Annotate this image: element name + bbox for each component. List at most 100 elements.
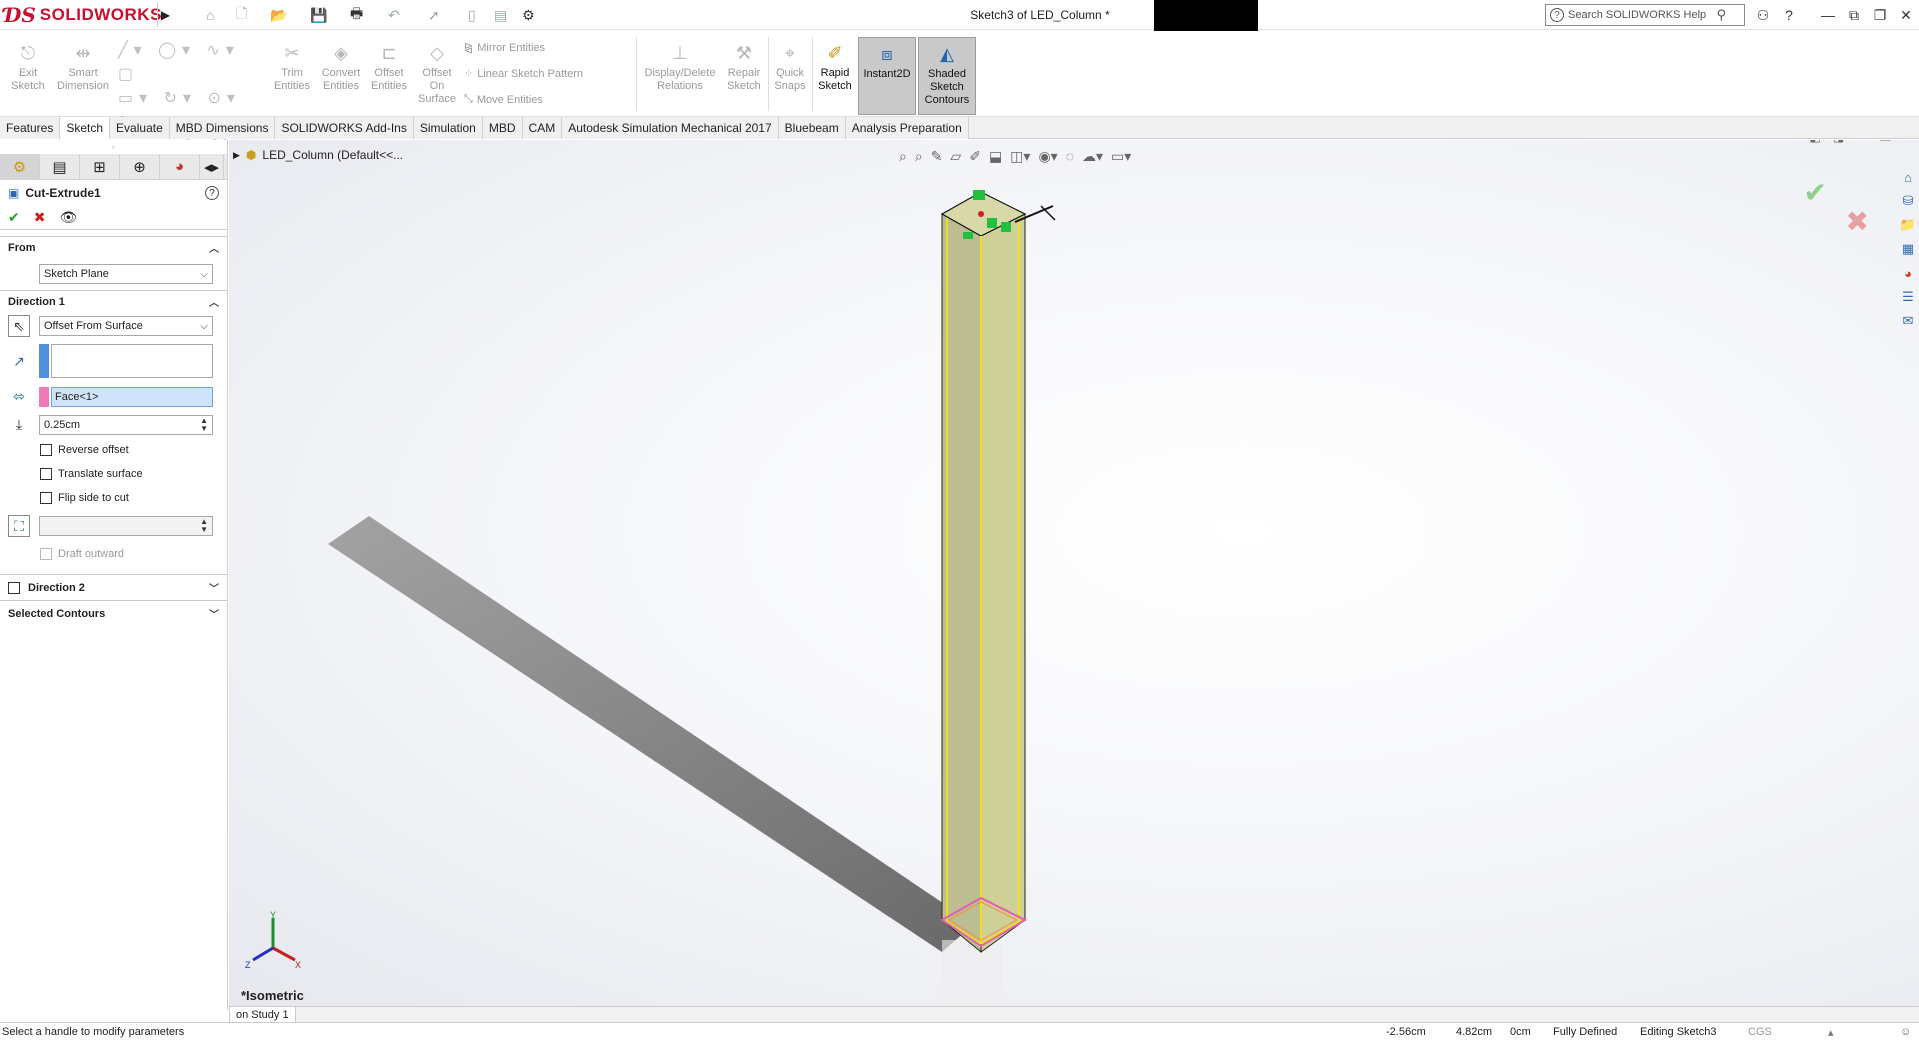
close-icon[interactable]: ✕	[1896, 6, 1916, 24]
reverse-offset-option[interactable]: Reverse offset	[0, 438, 227, 462]
offset-entities-button[interactable]: ⊏ Offset Entities	[368, 41, 410, 93]
forum-icon[interactable]: ✉	[1899, 312, 1917, 330]
tile-windows-icon[interactable]: ⧉	[1844, 6, 1864, 24]
dimxpert-manager-tab-icon[interactable]: ⊕	[120, 153, 160, 180]
handle-dot[interactable]	[978, 211, 984, 217]
status-bar-toggle-icon[interactable]: ☺	[1900, 1026, 1911, 1038]
solidworks-logo[interactable]: ƊS SOLIDWORKS	[4, 2, 161, 28]
cancel-x-icon[interactable]: ✖	[34, 209, 46, 226]
tab-sketch[interactable]: Sketch	[60, 117, 111, 139]
graphics-area[interactable]: ▶ ⬢ LED_Column (Default<<... ⌕ ⌕ ✎ ▱ ✐ ⬓…	[229, 140, 1919, 1010]
unit-menu-arrow-icon[interactable]: ▴	[1828, 1026, 1834, 1039]
offset-distance-input[interactable]: 0.25cm ▲ ▼	[39, 415, 213, 435]
custom-properties-icon[interactable]: ☰	[1899, 288, 1917, 306]
linear-sketch-pattern-button[interactable]: ⁘ Linear Sketch Pattern	[464, 67, 583, 81]
minimize-icon[interactable]: —	[1818, 6, 1838, 24]
offset-distance-row: ⤓ 0.25cm ▲ ▼	[0, 410, 227, 438]
direction-vector-row: ↗	[0, 340, 227, 382]
help-search-box[interactable]: ? Search SOLIDWORKS Help ⚲	[1545, 4, 1745, 26]
preview-eye-icon[interactable]: 👁	[59, 209, 77, 226]
selected-contours-group-header[interactable]: Selected Contours ﹀	[0, 600, 227, 626]
undo-icon[interactable]: ↶	[388, 6, 400, 24]
tab-mbd[interactable]: MBD	[482, 117, 523, 139]
from-select[interactable]: Sketch Plane ⌵	[39, 264, 213, 284]
offset-on-surface-button[interactable]: ◇ Offset On Surface	[416, 41, 458, 106]
move-entities-button[interactable]: ⤡ Move Entities	[464, 93, 543, 106]
direction-vector-field[interactable]	[51, 344, 213, 378]
shaded-sketch-contours-button[interactable]: ◭ Shaded Sketch Contours	[918, 37, 976, 115]
reverse-offset-checkbox[interactable]	[40, 444, 52, 456]
help-icon[interactable]: ?	[205, 186, 219, 200]
motion-study-tab[interactable]: on Study 1	[229, 1007, 296, 1023]
view-palette-icon[interactable]: ▦	[1899, 240, 1917, 258]
tab-scroll-arrows-icon[interactable]: ◂▸	[200, 153, 224, 180]
convert-entities-button[interactable]: ◈ Convert Entities	[318, 41, 364, 93]
translate-surface-checkbox[interactable]	[40, 468, 52, 480]
confirm-cancel-icon[interactable]: ✖	[1846, 205, 1869, 238]
panel-grip[interactable]: ◦	[0, 140, 227, 154]
convert-icon: ◈	[334, 42, 348, 63]
property-manager-tab-icon[interactable]: ▤	[40, 153, 80, 180]
command-manager: ⎋ Exit Sketch ⇹ Smart Dimension ╱▾ ◯▾ ∿▾…	[0, 31, 1919, 179]
tab-features[interactable]: Features	[0, 117, 61, 139]
options-gear-icon[interactable]: ⚙	[522, 6, 535, 24]
face-selection-field[interactable]: Face<1>	[51, 387, 213, 407]
ds-logo-icon: ƊS	[4, 3, 36, 27]
search-icon[interactable]: ⚲	[1716, 7, 1726, 23]
file-properties-icon[interactable]: ▤	[494, 6, 507, 24]
tab-evaluate[interactable]: Evaluate	[110, 117, 170, 139]
direction2-checkbox[interactable]	[8, 581, 20, 594]
status-z-coordinate: 0cm	[1510, 1026, 1531, 1038]
home-icon[interactable]: ⌂	[206, 6, 214, 24]
tab-simulation[interactable]: Simulation	[413, 117, 483, 139]
translate-surface-option[interactable]: Translate surface	[0, 462, 227, 486]
trim-entities-button[interactable]: ✂ Trim Entities	[272, 41, 312, 93]
flip-side-option[interactable]: Flip side to cut	[0, 486, 227, 510]
unit-system[interactable]: CGS	[1748, 1026, 1772, 1038]
rapid-sketch-button[interactable]: ✐ Rapid Sketch	[816, 41, 854, 93]
reverse-direction-icon[interactable]: ⇖	[8, 315, 30, 337]
tab-autodesk-simulation[interactable]: Autodesk Simulation Mechanical 2017	[562, 117, 779, 139]
display-manager-tab-icon[interactable]: ◕	[160, 153, 200, 180]
tab-bluebeam[interactable]: Bluebeam	[778, 117, 846, 139]
rebuild-icon[interactable]: ▯	[468, 6, 476, 24]
configuration-manager-tab-icon[interactable]: ⊞	[80, 153, 120, 180]
end-condition-select[interactable]: Offset From Surface ⌵	[39, 316, 213, 336]
restore-icon[interactable]: ❐	[1870, 6, 1890, 24]
help-search-input[interactable]: Search SOLIDWORKS Help	[1568, 9, 1706, 21]
flip-side-checkbox[interactable]	[40, 492, 52, 504]
print-icon[interactable]: 🖶	[350, 5, 363, 24]
repair-sketch-button[interactable]: ⚒ Repair Sketch	[722, 41, 766, 93]
feature-manager-tab-icon[interactable]: ⚙	[0, 153, 40, 180]
mirror-entities-button[interactable]: ⧎ Mirror Entities	[464, 41, 545, 55]
tab-mbd-dimensions[interactable]: MBD Dimensions	[169, 117, 276, 139]
smart-dimension-button[interactable]: ⇹ Smart Dimension	[52, 41, 114, 93]
draft-icon[interactable]: ⛶	[8, 515, 30, 537]
from-group-header[interactable]: From ︿	[0, 236, 227, 258]
direction1-group-header[interactable]: Direction 1 ︿	[0, 290, 227, 312]
help-menu-icon[interactable]: ?	[1779, 6, 1799, 24]
direction2-group-header[interactable]: Direction 2 ﹀	[0, 574, 227, 600]
display-delete-relations-button[interactable]: ⊥ Display/Delete Relations	[640, 41, 720, 93]
exit-sketch-button[interactable]: ⎋ Exit Sketch	[8, 41, 48, 93]
file-explorer-icon[interactable]: 📁	[1899, 216, 1917, 234]
tab-cam[interactable]: CAM	[522, 117, 563, 139]
sketch-entity-tools[interactable]: ╱▾ ◯▾ ∿▾ ▢▭▾ ↻▾ ⊙▾ ✎⊂⊃▾ ⬡ ⌒▾ ▫	[118, 39, 268, 179]
tab-analysis-preparation[interactable]: Analysis Preparation	[845, 117, 969, 139]
ok-check-icon[interactable]: ✔	[8, 209, 20, 226]
select-arrow-icon[interactable]: ➚	[428, 6, 440, 24]
open-folder-icon[interactable]: 📂	[270, 6, 287, 24]
tab-solidworks-addins[interactable]: SOLIDWORKS Add-Ins	[275, 117, 414, 139]
solidworks-resources-home-icon[interactable]: ⌂	[1899, 168, 1917, 186]
instant2d-button[interactable]: ⧈ Instant2D	[858, 37, 916, 115]
appearances-scenes-icon[interactable]: ◕	[1899, 264, 1917, 282]
user-icon[interactable]: ⚇	[1753, 6, 1773, 24]
spinner-icon[interactable]: ▲ ▼	[200, 417, 208, 433]
design-library-icon[interactable]: ⛁	[1899, 192, 1917, 210]
new-document-icon[interactable]: 🗋	[236, 5, 247, 24]
command-manager-tabs: Features Sketch Evaluate MBD Dimensions …	[0, 117, 1919, 139]
quick-snaps-button[interactable]: ⌖ Quick Snaps	[772, 41, 808, 93]
save-icon[interactable]: 💾	[310, 6, 327, 24]
model-scene[interactable]	[229, 140, 1919, 1010]
menu-expand-arrow-icon[interactable]: ▶	[157, 3, 173, 27]
